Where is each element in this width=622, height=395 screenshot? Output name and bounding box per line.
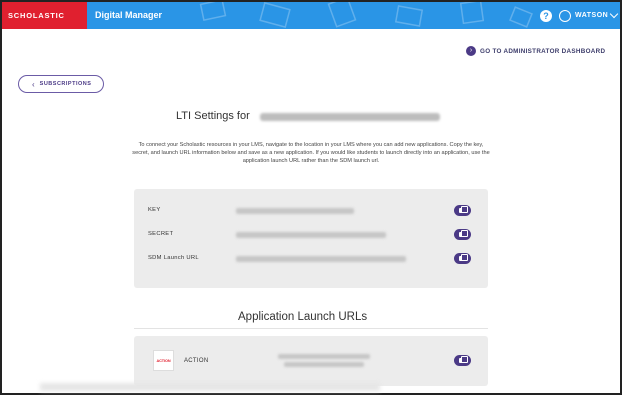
- admin-dashboard-link[interactable]: › GO TO ADMINISTRATOR DASHBOARD: [466, 46, 605, 56]
- copy-icon: [459, 206, 468, 213]
- credential-label: KEY: [148, 207, 161, 213]
- page-title: LTI Settings for: [176, 110, 250, 122]
- scholastic-logo[interactable]: SCHOLASTIC: [2, 2, 87, 29]
- app-name: ACTION: [184, 358, 209, 364]
- copy-key-button[interactable]: [454, 205, 471, 216]
- app-row: ACTION ACTION: [134, 336, 488, 386]
- copy-icon: [459, 254, 468, 261]
- scroll-fade: [40, 383, 380, 391]
- redacted-value: [236, 256, 406, 262]
- section-title: Application Launch URLs: [238, 311, 368, 323]
- credentials-panel: KEY SECRET SDM Launch URL: [134, 189, 488, 288]
- help-icon[interactable]: ?: [540, 10, 552, 22]
- credential-row-key: KEY: [148, 205, 478, 217]
- arrow-right-circle-icon: ›: [466, 46, 476, 56]
- app-logo-text: ACTION: [156, 358, 171, 363]
- credential-row-launch-url: SDM Launch URL: [148, 253, 478, 265]
- copy-secret-button[interactable]: [454, 229, 471, 240]
- app-logo: ACTION: [153, 350, 174, 371]
- user-avatar-icon[interactable]: [559, 10, 571, 22]
- chevron-left-icon: ‹: [32, 79, 35, 89]
- user-name[interactable]: WATSON: [575, 12, 608, 19]
- app-title: Digital Manager: [95, 10, 163, 20]
- top-bar: SCHOLASTIC Digital Manager ? WATSON: [2, 2, 620, 29]
- copy-launch-url-button[interactable]: [454, 253, 471, 264]
- copy-icon: [459, 356, 468, 363]
- redacted-app-url: [284, 362, 364, 367]
- copy-app-url-button[interactable]: [454, 355, 471, 366]
- brand-name: SCHOLASTIC: [8, 11, 65, 20]
- subscriptions-back-button[interactable]: ‹ SUBSCRIPTIONS: [18, 75, 104, 93]
- section-divider: [134, 328, 488, 329]
- intro-text: To connect your Scholastic resources in …: [132, 142, 490, 164]
- credential-row-secret: SECRET: [148, 229, 478, 241]
- header-decoration: [199, 2, 533, 28]
- redacted-school-name: [260, 113, 440, 121]
- chevron-down-icon[interactable]: [609, 9, 619, 19]
- back-button-label: SUBSCRIPTIONS: [39, 81, 92, 87]
- credential-label: SECRET: [148, 231, 174, 237]
- redacted-app-url: [278, 354, 370, 359]
- copy-icon: [459, 230, 468, 237]
- admin-dashboard-label: GO TO ADMINISTRATOR DASHBOARD: [480, 47, 606, 55]
- redacted-value: [236, 208, 354, 214]
- redacted-value: [236, 232, 386, 238]
- credential-label: SDM Launch URL: [148, 255, 199, 261]
